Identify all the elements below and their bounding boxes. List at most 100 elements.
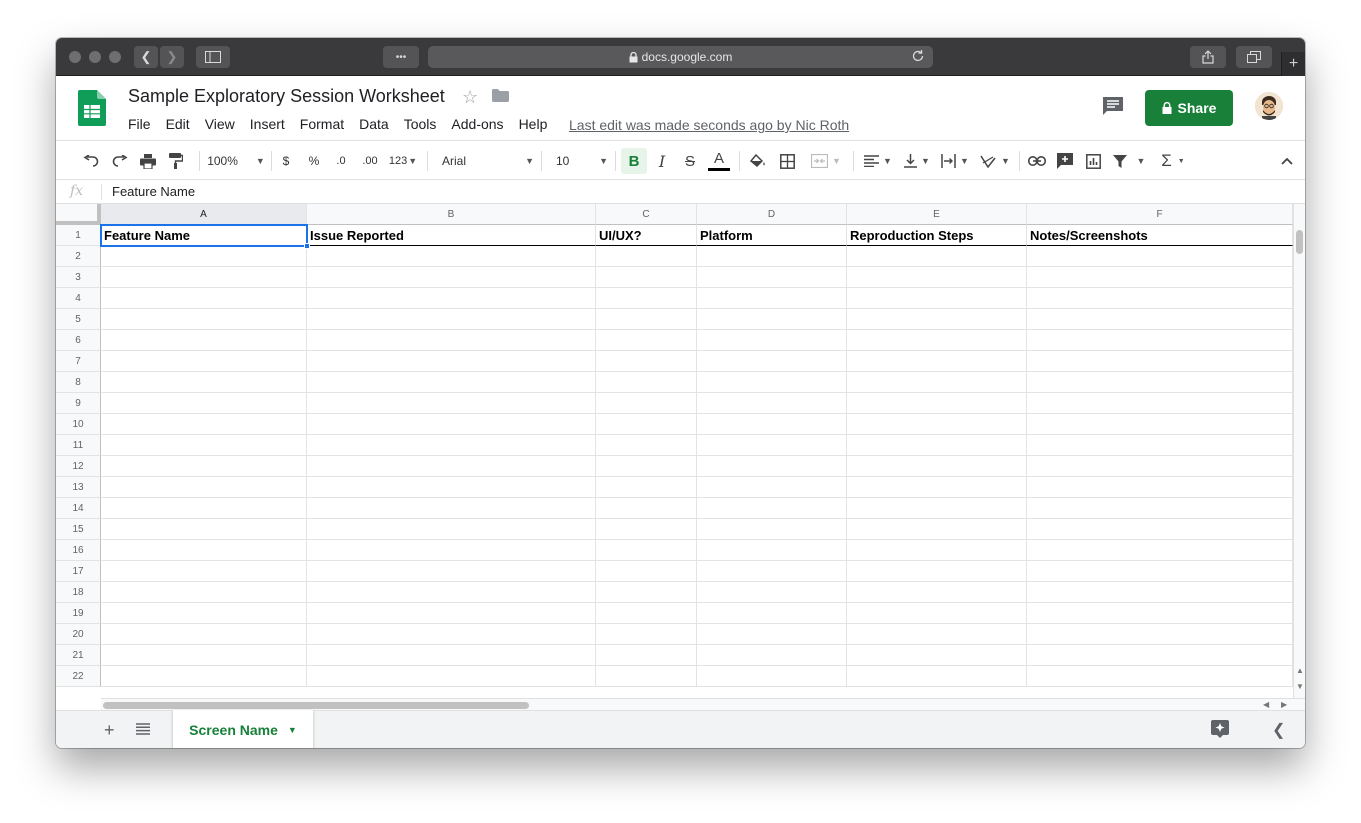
star-icon[interactable]: ☆	[462, 87, 478, 108]
scroll-down-arrow-icon[interactable]: ▼	[1296, 682, 1304, 691]
cell-f21[interactable]	[1027, 645, 1293, 666]
cell-d17[interactable]	[697, 561, 847, 582]
cell-f19[interactable]	[1027, 603, 1293, 624]
cell-d8[interactable]	[697, 372, 847, 393]
cell-a7[interactable]	[101, 351, 307, 372]
close-window-button[interactable]	[69, 51, 81, 63]
select-all-corner[interactable]	[56, 204, 101, 225]
all-sheets-icon[interactable]	[136, 722, 150, 736]
cell-b21[interactable]	[307, 645, 596, 666]
insert-chart-button[interactable]	[1082, 150, 1104, 172]
scroll-left-arrow-icon[interactable]: ◀	[1263, 700, 1269, 709]
vertical-align-button[interactable]: ▼	[901, 150, 933, 172]
cell-b17[interactable]	[307, 561, 596, 582]
cell-c22[interactable]	[596, 666, 697, 687]
caret-down-icon[interactable]: ▼	[288, 725, 297, 735]
zoom-select[interactable]: 100% ▼	[206, 150, 266, 172]
cell-b14[interactable]	[307, 498, 596, 519]
menu-add-ons[interactable]: Add-ons	[451, 116, 503, 132]
cell-b22[interactable]	[307, 666, 596, 687]
column-header-e[interactable]: E	[847, 204, 1027, 225]
cell-c11[interactable]	[596, 435, 697, 456]
row-header-5[interactable]: 5	[56, 309, 101, 330]
cell-f2[interactable]	[1027, 246, 1293, 267]
cell-e2[interactable]	[847, 246, 1027, 267]
row-header-15[interactable]: 15	[56, 519, 101, 540]
cell-e13[interactable]	[847, 477, 1027, 498]
cell-e14[interactable]	[847, 498, 1027, 519]
cell-f14[interactable]	[1027, 498, 1293, 519]
format-currency-button[interactable]: $	[277, 150, 295, 172]
redo-button[interactable]	[109, 150, 131, 172]
cell-a9[interactable]	[101, 393, 307, 414]
row-header-1[interactable]: 1	[56, 225, 101, 246]
cell-e8[interactable]	[847, 372, 1027, 393]
cell-d2[interactable]	[697, 246, 847, 267]
row-header-22[interactable]: 22	[56, 666, 101, 687]
cell-c10[interactable]	[596, 414, 697, 435]
cell-e1[interactable]: Reproduction Steps	[847, 225, 1027, 246]
back-button[interactable]: ❮	[134, 46, 158, 68]
cell-e22[interactable]	[847, 666, 1027, 687]
text-wrapping-button[interactable]: ▼	[939, 150, 971, 172]
cell-b3[interactable]	[307, 267, 596, 288]
cell-d13[interactable]	[697, 477, 847, 498]
cell-f13[interactable]	[1027, 477, 1293, 498]
cell-a21[interactable]	[101, 645, 307, 666]
cell-e17[interactable]	[847, 561, 1027, 582]
menu-format[interactable]: Format	[300, 116, 344, 132]
folder-icon[interactable]	[492, 89, 509, 102]
menu-help[interactable]: Help	[519, 116, 548, 132]
share-button[interactable]: Share	[1145, 90, 1233, 126]
explore-icon[interactable]	[1211, 720, 1229, 738]
menu-view[interactable]: View	[205, 116, 235, 132]
undo-button[interactable]	[80, 150, 102, 172]
cell-b4[interactable]	[307, 288, 596, 309]
cell-f11[interactable]	[1027, 435, 1293, 456]
hide-menus-button[interactable]	[1276, 150, 1298, 172]
cell-d9[interactable]	[697, 393, 847, 414]
document-title[interactable]: Sample Exploratory Session Worksheet	[128, 86, 445, 107]
borders-button[interactable]	[776, 150, 798, 172]
cell-e11[interactable]	[847, 435, 1027, 456]
column-header-c[interactable]: C	[596, 204, 697, 225]
cell-d19[interactable]	[697, 603, 847, 624]
cell-c4[interactable]	[596, 288, 697, 309]
functions-button[interactable]: Σ ▼	[1156, 150, 1190, 172]
insert-link-button[interactable]	[1026, 150, 1048, 172]
cell-e9[interactable]	[847, 393, 1027, 414]
row-header-14[interactable]: 14	[56, 498, 101, 519]
cell-a20[interactable]	[101, 624, 307, 645]
row-header-3[interactable]: 3	[56, 267, 101, 288]
cell-f8[interactable]	[1027, 372, 1293, 393]
cell-c21[interactable]	[596, 645, 697, 666]
font-size-select[interactable]: 10 ▼	[556, 150, 608, 172]
horizontal-scrollbar[interactable]: ◀ ▶	[101, 698, 1305, 710]
cell-c15[interactable]	[596, 519, 697, 540]
row-header-16[interactable]: 16	[56, 540, 101, 561]
cell-a1[interactable]: Feature Name	[101, 225, 307, 246]
cell-b5[interactable]	[307, 309, 596, 330]
cell-c3[interactable]	[596, 267, 697, 288]
cell-f4[interactable]	[1027, 288, 1293, 309]
cell-e4[interactable]	[847, 288, 1027, 309]
column-header-a[interactable]: A	[101, 204, 307, 225]
cell-b20[interactable]	[307, 624, 596, 645]
cell-d11[interactable]	[697, 435, 847, 456]
add-sheet-button[interactable]: +	[104, 720, 115, 741]
insert-comment-button[interactable]	[1054, 150, 1076, 172]
cell-b9[interactable]	[307, 393, 596, 414]
avatar[interactable]	[1255, 92, 1283, 120]
forward-button[interactable]: ❯	[160, 46, 184, 68]
menu-file[interactable]: File	[128, 116, 151, 132]
cell-c1[interactable]: UI/UX?	[596, 225, 697, 246]
menu-insert[interactable]: Insert	[250, 116, 285, 132]
cell-d18[interactable]	[697, 582, 847, 603]
cell-f6[interactable]	[1027, 330, 1293, 351]
cell-f18[interactable]	[1027, 582, 1293, 603]
italic-button[interactable]: I	[651, 150, 673, 172]
sheet-tab-screen-name[interactable]: Screen Name ▼	[173, 710, 313, 748]
cell-e10[interactable]	[847, 414, 1027, 435]
cell-c5[interactable]	[596, 309, 697, 330]
cell-a13[interactable]	[101, 477, 307, 498]
